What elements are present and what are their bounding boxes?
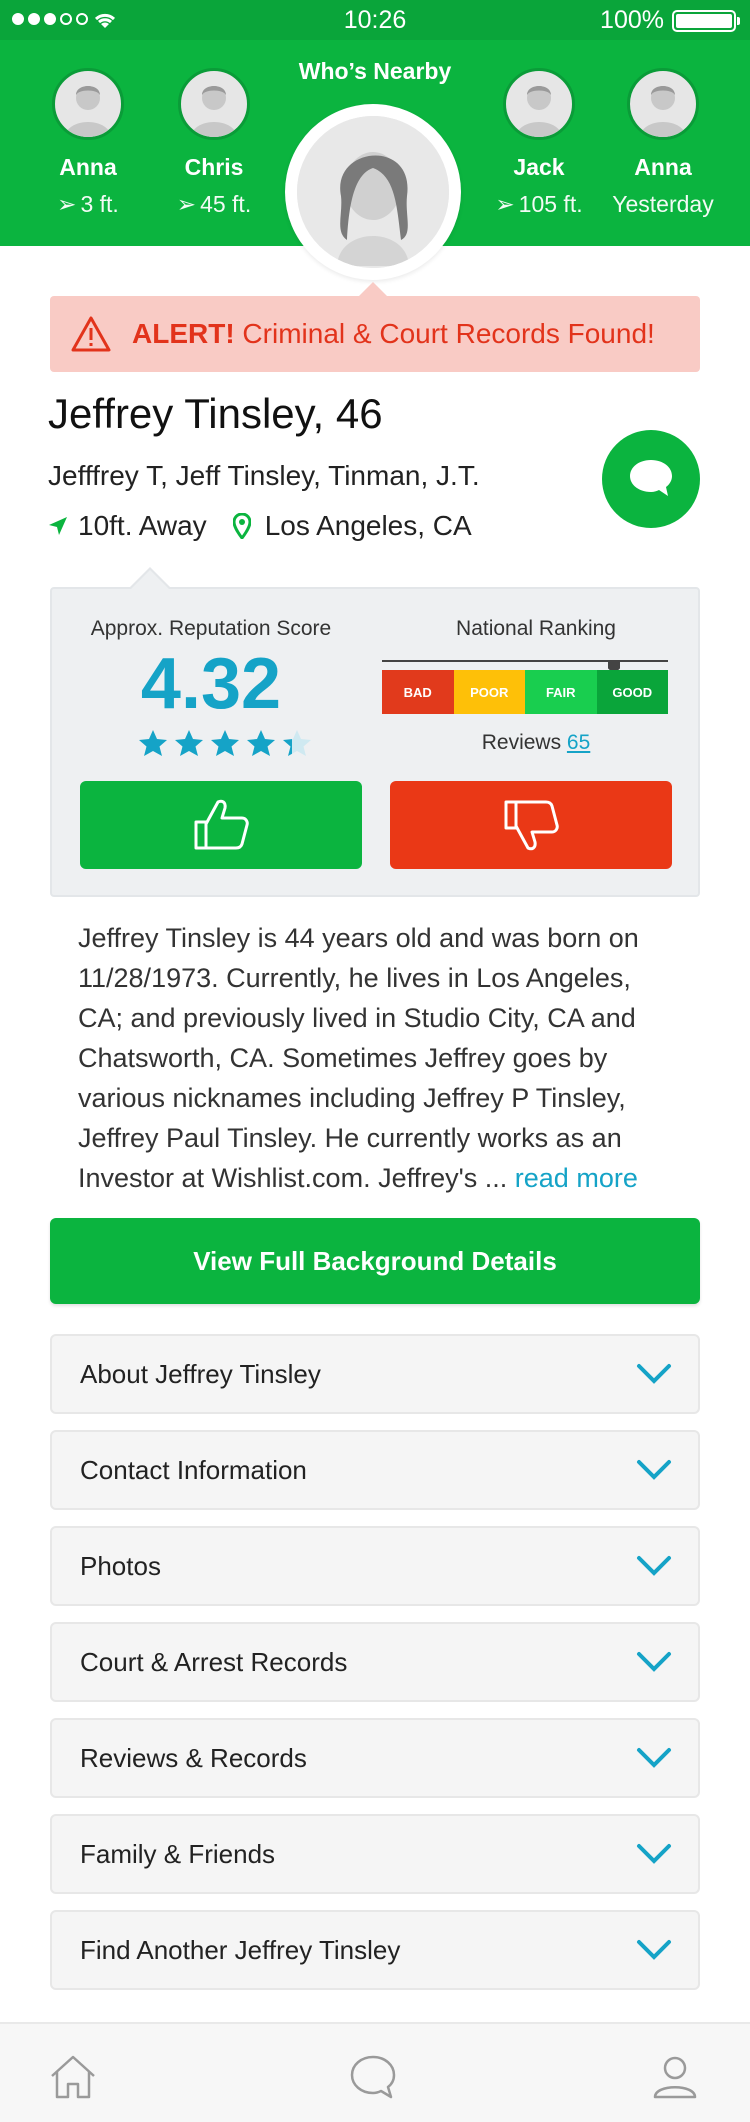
chevron-down-icon bbox=[637, 1460, 671, 1480]
location-arrow-icon: ➢ bbox=[495, 191, 515, 217]
nearby-person[interactable]: Anna Yesterday bbox=[603, 68, 723, 218]
person-distance: ➢ 3 ft. bbox=[57, 191, 119, 217]
profile-bio: Jeffrey Tinsley is 44 years old and was … bbox=[78, 923, 639, 1193]
section-title: Photos bbox=[80, 1550, 161, 1581]
ranking-title: National Ranking bbox=[456, 617, 616, 640]
warning-icon bbox=[71, 316, 111, 352]
ranking-bad: BAD bbox=[382, 670, 454, 714]
profile-icon bbox=[653, 2056, 697, 2099]
section-photos[interactable]: Photos bbox=[50, 1526, 700, 1606]
person-name: Anna bbox=[59, 154, 117, 180]
profile-photo bbox=[297, 116, 449, 268]
read-more-link[interactable]: read more bbox=[515, 1163, 638, 1193]
alert-text: ALERT! Criminal & Court Records Found! bbox=[132, 318, 655, 349]
thumbs-down-icon bbox=[504, 800, 559, 851]
person-distance: ➢ 105 ft. bbox=[495, 191, 583, 217]
nav-home[interactable] bbox=[48, 2052, 98, 2102]
ranking-fair: FAIR bbox=[525, 670, 597, 714]
person-distance: Yesterday bbox=[612, 191, 714, 217]
section-title: Court & Arrest Records bbox=[80, 1646, 348, 1677]
person-name: Chris bbox=[184, 154, 244, 180]
star-icon bbox=[175, 730, 203, 756]
chevron-down-icon bbox=[637, 1844, 671, 1864]
section-find-another[interactable]: Find Another Jeffrey Tinsley bbox=[50, 1910, 700, 1990]
chat-bubble-icon bbox=[630, 460, 672, 496]
ranking-good: GOOD bbox=[596, 670, 668, 714]
person-name: Anna bbox=[634, 154, 692, 180]
star-icon bbox=[211, 730, 239, 756]
reviews-summary: Reviews 65 bbox=[481, 731, 591, 754]
section-contact[interactable]: Contact Information bbox=[50, 1430, 700, 1510]
avatar bbox=[52, 68, 124, 140]
battery-icon bbox=[672, 10, 740, 32]
profile-avatar[interactable] bbox=[285, 104, 461, 280]
avatar bbox=[178, 68, 250, 140]
section-family[interactable]: Family & Friends bbox=[50, 1814, 700, 1894]
location-arrow-icon: ➢ bbox=[57, 191, 77, 217]
chat-icon bbox=[350, 2055, 396, 2099]
star-icon bbox=[139, 730, 167, 756]
chevron-down-icon bbox=[637, 1940, 671, 1960]
ranking-bar: BAD POOR FAIR GOOD bbox=[382, 670, 668, 714]
ranking-poor: POOR bbox=[453, 670, 525, 714]
section-title: Family & Friends bbox=[80, 1838, 276, 1869]
city-text: Los Angeles, CA bbox=[264, 510, 472, 541]
message-button[interactable] bbox=[602, 430, 700, 528]
profile-aliases: Jefffrey T, Jeff Tinsley, Tinman, J.T. bbox=[48, 460, 480, 491]
section-title: Contact Information bbox=[80, 1454, 307, 1485]
star-icon bbox=[283, 730, 311, 756]
map-pin-icon bbox=[232, 513, 251, 539]
status-bar: 10:26 100% bbox=[0, 0, 750, 40]
thumbs-up-icon bbox=[194, 799, 249, 850]
profile-name: Jeffrey Tinsley, 46 bbox=[48, 390, 383, 437]
section-about[interactable]: About Jeffrey Tinsley bbox=[50, 1334, 700, 1414]
ranking-line bbox=[382, 660, 668, 662]
nearby-person[interactable]: Chris ➢ 45 ft. bbox=[154, 68, 274, 218]
section-title: Find Another Jeffrey Tinsley bbox=[80, 1934, 401, 1965]
profile-location: 10ft. Away Los Angeles, CA bbox=[48, 510, 472, 542]
chevron-down-icon bbox=[637, 1556, 671, 1576]
chevron-down-icon bbox=[637, 1748, 671, 1768]
alert-pointer bbox=[359, 282, 387, 296]
thumbs-up-button[interactable] bbox=[80, 781, 362, 869]
reputation-title: Approx. Reputation Score bbox=[90, 617, 332, 640]
view-background-button[interactable]: View Full Background Details bbox=[50, 1218, 700, 1304]
distance-text: 10ft. Away bbox=[78, 510, 207, 541]
home-icon bbox=[51, 2055, 95, 2099]
reputation-card: Approx. Reputation Score 4.32 National R… bbox=[50, 567, 700, 897]
section-title: About Jeffrey Tinsley bbox=[80, 1358, 321, 1389]
nav-messages[interactable] bbox=[348, 2052, 398, 2102]
person-distance: ➢ 45 ft. bbox=[176, 191, 252, 217]
reputation-score: 4.32 bbox=[140, 644, 282, 724]
star-icon bbox=[247, 730, 275, 756]
star-rating bbox=[138, 729, 312, 757]
thumbs-down-button[interactable] bbox=[390, 781, 672, 869]
section-reviews[interactable]: Reviews & Records bbox=[50, 1718, 700, 1798]
location-arrow-icon: ➢ bbox=[176, 191, 197, 217]
avatar bbox=[503, 68, 575, 140]
chevron-down-icon bbox=[637, 1364, 671, 1384]
criminal-records-alert[interactable]: ALERT! Criminal & Court Records Found! bbox=[50, 296, 700, 372]
location-arrow-icon bbox=[49, 517, 67, 535]
nearby-person[interactable]: Jack ➢ 105 ft. bbox=[479, 68, 599, 218]
section-court-records[interactable]: Court & Arrest Records bbox=[50, 1622, 700, 1702]
nav-profile[interactable] bbox=[650, 2052, 700, 2102]
nearby-person[interactable]: Anna ➢ 3 ft. bbox=[28, 68, 148, 218]
bottom-nav bbox=[0, 2022, 750, 2122]
avatar bbox=[627, 68, 699, 140]
battery-percent: 100% bbox=[600, 6, 664, 34]
chevron-down-icon bbox=[637, 1652, 671, 1672]
section-title: Reviews & Records bbox=[80, 1742, 307, 1773]
person-name: Jack bbox=[513, 154, 565, 180]
reviews-count-link[interactable]: 65 bbox=[567, 731, 590, 754]
